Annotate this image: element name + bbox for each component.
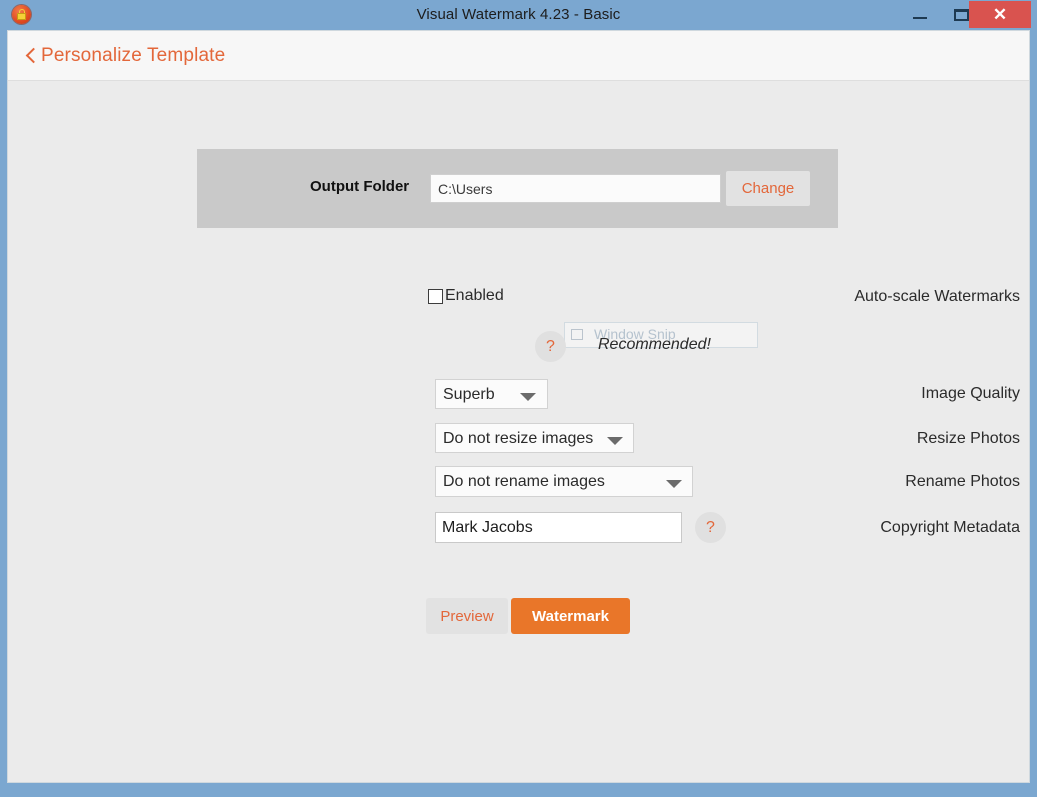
minimize-button[interactable] — [901, 0, 941, 29]
chevron-down-icon — [666, 480, 682, 488]
chevron-down-icon — [607, 437, 623, 445]
image-quality-label: Image Quality — [625, 377, 1029, 411]
title-bar: Visual Watermark 4.23 - Basic ✕ — [0, 0, 1037, 29]
close-icon: ✕ — [969, 1, 1031, 28]
maximize-icon — [954, 9, 969, 21]
window-title: Visual Watermark 4.23 - Basic — [0, 0, 1037, 29]
auto-scale-help-icon[interactable]: ? — [535, 331, 566, 362]
chevron-left-icon — [24, 47, 38, 65]
minimize-icon — [913, 17, 927, 19]
output-folder-input[interactable] — [430, 174, 721, 203]
image-quality-select[interactable]: Superb — [435, 379, 548, 409]
preview-button[interactable]: Preview — [426, 598, 508, 634]
auto-scale-watermarks-row: Auto-scale Watermarks Enabled — [8, 280, 1029, 314]
application-window: Visual Watermark 4.23 - Basic ✕ Personal… — [0, 0, 1037, 797]
chevron-down-icon — [520, 393, 536, 401]
page-title: Personalize Template — [41, 45, 225, 67]
auto-scale-enabled-checkbox-wrap[interactable]: Enabled — [428, 285, 504, 307]
resize-photos-select[interactable]: Do not resize images — [435, 423, 634, 453]
content-frame: Personalize Template Output Folder Chang… — [7, 30, 1030, 783]
recommended-note: Recommended! — [598, 336, 711, 354]
output-folder-label: Output Folder — [310, 178, 409, 195]
change-folder-button[interactable]: Change — [726, 171, 810, 206]
image-quality-value: Superb — [443, 380, 495, 410]
rename-photos-select[interactable]: Do not rename images — [435, 466, 693, 497]
output-folder-panel: Output Folder Change — [197, 149, 838, 228]
close-button[interactable]: ✕ — [969, 1, 1031, 28]
auto-scale-watermarks-label: Auto-scale Watermarks — [625, 280, 1029, 314]
auto-scale-enabled-label: Enabled — [445, 285, 504, 307]
resize-photos-label: Resize Photos — [625, 422, 1029, 456]
copyright-metadata-input[interactable] — [435, 512, 682, 543]
window-snip-icon — [571, 329, 583, 340]
auto-scale-enabled-checkbox[interactable] — [428, 289, 443, 304]
copyright-metadata-label: Copyright Metadata — [625, 511, 1029, 545]
page-body: Output Folder Change Auto-scale Watermar… — [8, 81, 1029, 782]
back-to-personalize-template-link[interactable]: Personalize Template — [24, 40, 225, 72]
page-header: Personalize Template — [8, 31, 1029, 81]
watermark-button[interactable]: Watermark — [511, 598, 630, 634]
rename-photos-value: Do not rename images — [443, 467, 605, 497]
copyright-metadata-help-icon[interactable]: ? — [695, 512, 726, 543]
resize-photos-value: Do not resize images — [443, 424, 593, 454]
